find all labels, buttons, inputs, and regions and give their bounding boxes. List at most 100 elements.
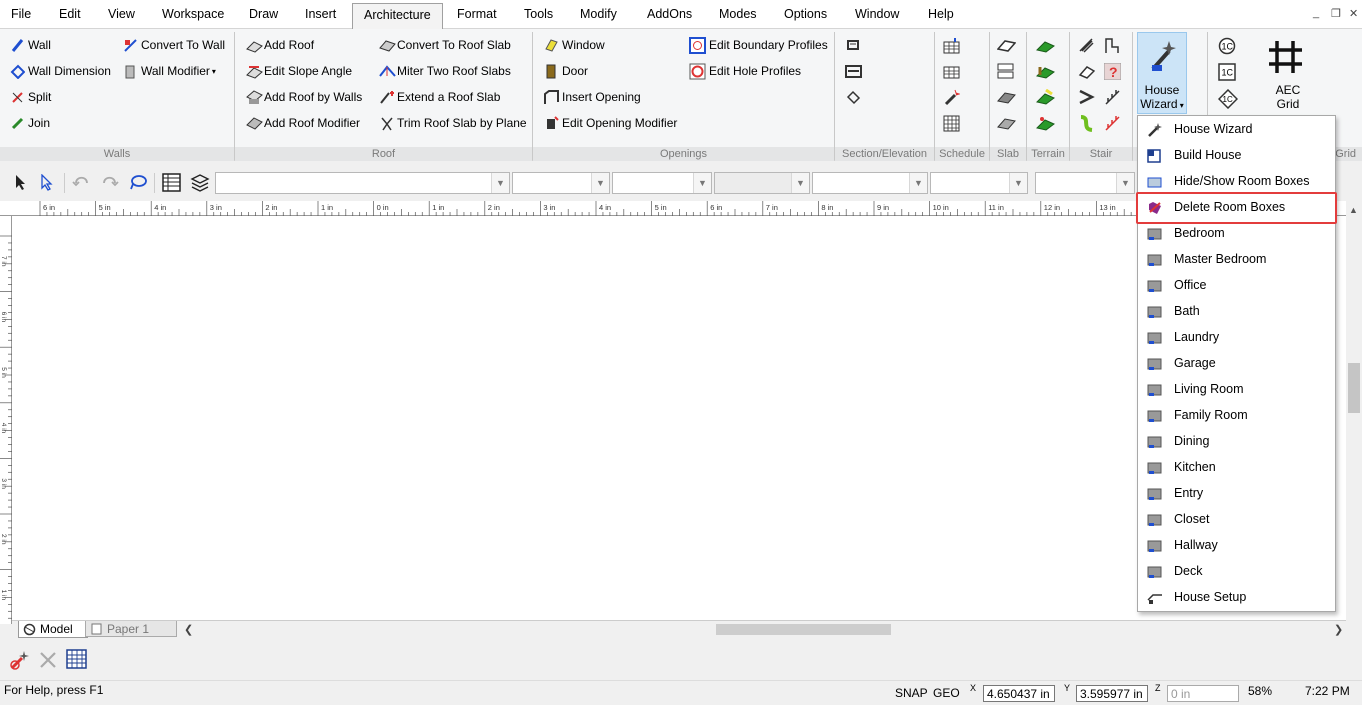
- menu-item-master-bedroom[interactable]: Master Bedroom: [1138, 246, 1335, 272]
- edit-opening-modifier-button[interactable]: Edit Opening Modifier: [544, 113, 677, 133]
- menu-tools[interactable]: Tools: [524, 7, 553, 21]
- menu-addons[interactable]: AddOns: [647, 7, 692, 21]
- menu-view[interactable]: View: [108, 7, 135, 21]
- horizontal-scroll-thumb[interactable]: [716, 624, 891, 635]
- properties-table-icon[interactable]: [162, 173, 181, 192]
- edit-hole-profiles-button[interactable]: Edit Hole Profiles: [689, 61, 801, 81]
- vertical-scrollbar[interactable]: ▲: [1346, 201, 1362, 622]
- convert-to-wall-button[interactable]: Convert To Wall: [123, 35, 225, 55]
- scroll-up-icon[interactable]: ▲: [1349, 205, 1358, 215]
- y-coordinate-field[interactable]: 3.595977 in: [1076, 685, 1148, 702]
- elevation-icon[interactable]: [845, 63, 862, 80]
- edit-tool-icon[interactable]: [38, 173, 55, 191]
- slab-icon[interactable]: [996, 37, 1017, 54]
- scroll-right-icon[interactable]: ❯: [1334, 623, 1343, 636]
- menu-workspace[interactable]: Workspace: [162, 7, 224, 21]
- wizard-command-icon[interactable]: [9, 649, 31, 671]
- schedule-grid-icon[interactable]: [943, 115, 960, 132]
- railing-style-icon[interactable]: [1104, 89, 1121, 106]
- railing-edit-icon[interactable]: [1104, 115, 1121, 132]
- menu-item-office[interactable]: Office: [1138, 272, 1335, 298]
- stair-curve-icon[interactable]: [1078, 115, 1095, 132]
- wall-dimension-button[interactable]: Wall Dimension: [10, 61, 111, 81]
- menu-file[interactable]: File: [11, 7, 31, 21]
- menu-item-dining[interactable]: Dining: [1138, 428, 1335, 454]
- lineweight-combo[interactable]: ▼: [714, 172, 810, 194]
- edit-boundary-profiles-button[interactable]: Edit Boundary Profiles: [689, 35, 828, 55]
- terrain-modifier-icon[interactable]: [1036, 88, 1055, 106]
- window-button[interactable]: Window: [544, 35, 605, 55]
- house-wizard-button[interactable]: House Wizard ▾: [1137, 32, 1187, 114]
- miter-two-roof-slabs-button[interactable]: Miter Two Roof Slabs: [379, 61, 511, 81]
- aec-grid-button[interactable]: [1266, 39, 1310, 77]
- geo-toggle[interactable]: GEO: [933, 686, 960, 700]
- convert-to-roof-slab-button[interactable]: Convert To Roof Slab: [379, 35, 511, 55]
- style-combo[interactable]: ▼: [1035, 172, 1135, 194]
- tab-paper-1[interactable]: Paper 1: [85, 621, 177, 637]
- grid-label-icon[interactable]: 1C: [1218, 37, 1236, 55]
- chevron-down-icon[interactable]: ▼: [909, 173, 927, 193]
- door-button[interactable]: Door: [544, 61, 588, 81]
- menu-item-deck[interactable]: Deck: [1138, 558, 1335, 584]
- grid-diamond-icon[interactable]: 1C: [1217, 88, 1239, 110]
- menu-options[interactable]: Options: [784, 7, 827, 21]
- terrain-edit-icon[interactable]: [1036, 115, 1055, 132]
- minimize-icon[interactable]: _: [1313, 7, 1319, 19]
- z-coordinate-field[interactable]: 0 in: [1167, 685, 1239, 702]
- menu-window[interactable]: Window: [855, 7, 899, 21]
- menu-item-entry[interactable]: Entry: [1138, 480, 1335, 506]
- select-arrow-icon[interactable]: [12, 174, 29, 191]
- menu-item-house-setup[interactable]: House Setup: [1138, 584, 1335, 610]
- pen-combo[interactable]: ▼: [812, 172, 928, 194]
- restore-icon[interactable]: ❐: [1331, 7, 1341, 20]
- vertical-scroll-thumb[interactable]: [1348, 363, 1360, 413]
- scroll-left-icon[interactable]: ❮: [184, 623, 193, 636]
- terrain-icon[interactable]: [1036, 37, 1055, 54]
- layers-icon[interactable]: [190, 173, 210, 192]
- menu-help[interactable]: Help: [928, 7, 954, 21]
- slab-edit-icon[interactable]: [997, 115, 1016, 132]
- menu-edit[interactable]: Edit: [59, 7, 81, 21]
- railing-icon[interactable]: [1104, 37, 1121, 54]
- terrain-pad-icon[interactable]: [1036, 63, 1055, 80]
- wall-button[interactable]: Wall: [10, 35, 51, 55]
- x-coordinate-field[interactable]: 4.650437 in: [983, 685, 1055, 702]
- menu-draw[interactable]: Draw: [249, 7, 278, 21]
- stair-icon[interactable]: [1078, 37, 1095, 54]
- trim-roof-slab-by-plane-button[interactable]: Trim Roof Slab by Plane: [379, 113, 527, 133]
- slab-modifier-icon[interactable]: [997, 89, 1016, 106]
- menu-modify[interactable]: Modify: [580, 7, 617, 21]
- brush-combo[interactable]: ▼: [930, 172, 1028, 194]
- insert-opening-button[interactable]: Insert Opening: [544, 87, 641, 107]
- snap-toggle[interactable]: SNAP: [895, 686, 928, 700]
- stair-landing-icon[interactable]: [1078, 63, 1096, 80]
- undo-icon[interactable]: [72, 174, 89, 191]
- command-properties-icon[interactable]: [66, 649, 88, 671]
- chevron-down-icon[interactable]: ▼: [693, 173, 711, 193]
- lasso-icon[interactable]: [128, 174, 147, 191]
- menu-item-house-wizard[interactable]: House Wizard: [1138, 116, 1335, 142]
- stair-spiral-icon[interactable]: [1078, 89, 1095, 106]
- menu-item-garage[interactable]: Garage: [1138, 350, 1335, 376]
- section-icon[interactable]: [845, 37, 862, 54]
- detail-marker-icon[interactable]: [845, 89, 862, 106]
- menu-item-laundry[interactable]: Laundry: [1138, 324, 1335, 350]
- schedule-table-icon[interactable]: [943, 63, 960, 80]
- add-roof-modifier-button[interactable]: Add Roof Modifier: [246, 113, 360, 133]
- menu-modes[interactable]: Modes: [719, 7, 757, 21]
- schedule-wizard-icon[interactable]: [943, 89, 961, 106]
- add-roof-button[interactable]: Add Roof: [246, 35, 314, 55]
- schedule-insert-icon[interactable]: [943, 37, 960, 54]
- chevron-down-icon[interactable]: ▼: [491, 173, 509, 193]
- menu-insert[interactable]: Insert: [305, 7, 336, 21]
- menu-item-closet[interactable]: Closet: [1138, 506, 1335, 532]
- slab-from-walls-icon[interactable]: [997, 63, 1014, 80]
- edit-slope-angle-button[interactable]: Edit Slope Angle: [246, 61, 352, 81]
- color-combo[interactable]: ▼: [512, 172, 610, 194]
- add-roof-by-walls-button[interactable]: Add Roof by Walls: [246, 87, 362, 107]
- menu-architecture[interactable]: Architecture: [352, 3, 443, 29]
- cancel-command-icon[interactable]: [38, 650, 58, 670]
- grid-box-icon[interactable]: 1C: [1218, 63, 1236, 81]
- tab-model[interactable]: Model: [18, 621, 88, 638]
- menu-item-living-room[interactable]: Living Room: [1138, 376, 1335, 402]
